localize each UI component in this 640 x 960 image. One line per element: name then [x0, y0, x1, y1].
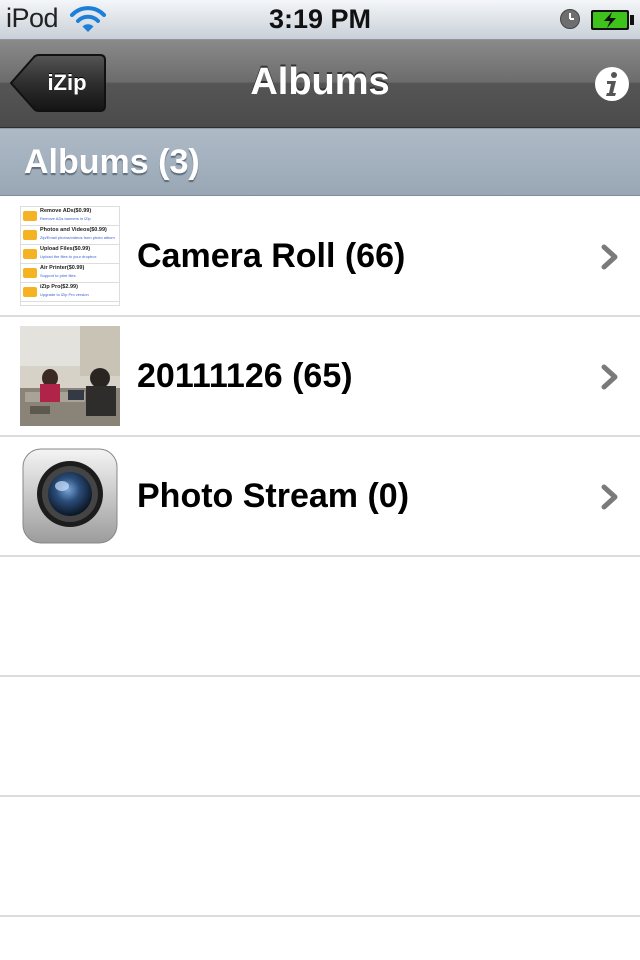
status-time: 3:19 PM: [268, 4, 372, 34]
thumbnail-list-item: iZip Pro($2.99) Upgrade to iZip Pro versi…: [21, 283, 119, 302]
thumbnail-item-title: Air Printer($0.99): [40, 265, 85, 271]
album-label: Photo Stream (0): [137, 477, 410, 515]
folder-icon: [23, 230, 37, 240]
thumbnail-list-item: Photos and Videos($0.99) Zip/Email photos…: [21, 226, 119, 245]
thumbnail-item-subtitle: Zip/Email photos/videos from photo album: [40, 235, 115, 240]
empty-row: [0, 557, 640, 677]
thumbnail-item-title: Remove ADs($0.99): [40, 208, 92, 214]
folder-icon: [23, 249, 37, 259]
page-title: Albums: [250, 61, 390, 103]
empty-row: [0, 677, 640, 797]
info-icon[interactable]: [594, 66, 630, 102]
album-row-camera-roll[interactable]: Remove ADs($0.99) Remove ADs banners in i…: [0, 197, 640, 317]
album-label: 20111126 (65): [137, 357, 353, 395]
thumbnail-item-title: iZip Pro($2.99): [40, 284, 78, 290]
thumbnail-list-item: Air Printer($0.99) Support to print files: [21, 264, 119, 283]
album-row-photo-stream[interactable]: Photo Stream (0): [0, 437, 640, 557]
thumbnail-item-title: Upload Files($0.99): [40, 246, 91, 252]
folder-icon: [23, 268, 37, 278]
thumbnail-item-subtitle: Remove ADs banners in iZip: [40, 216, 91, 221]
folder-icon: [23, 211, 37, 221]
thumbnail-item-subtitle: Upgrade to iZip Pro version: [40, 292, 89, 297]
camera-lens-icon: [20, 446, 120, 546]
thumbnail-item-subtitle: Support to print files: [40, 273, 76, 278]
photo-thumbnail: [20, 326, 120, 426]
folder-icon: [23, 287, 37, 297]
album-row-20111126[interactable]: 20111126 (65): [0, 317, 640, 437]
back-button-label: iZip: [47, 70, 87, 95]
battery-charging-icon: [590, 9, 636, 36]
section-title: Albums (3): [24, 143, 200, 181]
chevron-right-icon: [600, 244, 620, 275]
thumbnail-item-subtitle: Upload the files to your dropbox: [40, 254, 97, 259]
back-button[interactable]: iZip: [10, 54, 106, 112]
thumbnail-list-item: Remove ADs($0.99) Remove ADs banners in i…: [21, 207, 119, 226]
chevron-right-icon: [600, 364, 620, 395]
status-bar: iPod 3:19 PM: [0, 0, 640, 40]
thumbnail-item-title: Photos and Videos($0.99): [40, 227, 107, 233]
chevron-right-icon: [600, 484, 620, 515]
empty-row: [0, 797, 640, 917]
screenshot-list-thumbnail: Remove ADs($0.99) Remove ADs banners in i…: [20, 206, 120, 306]
album-label: Camera Roll (66): [137, 237, 406, 275]
thumbnail-list-item: Upload Files($0.99) Upload the files to y…: [21, 245, 119, 264]
section-header: Albums (3): [0, 128, 640, 196]
alarm-clock-icon: [559, 8, 581, 35]
navigation-bar: iZip Albums: [0, 40, 640, 128]
